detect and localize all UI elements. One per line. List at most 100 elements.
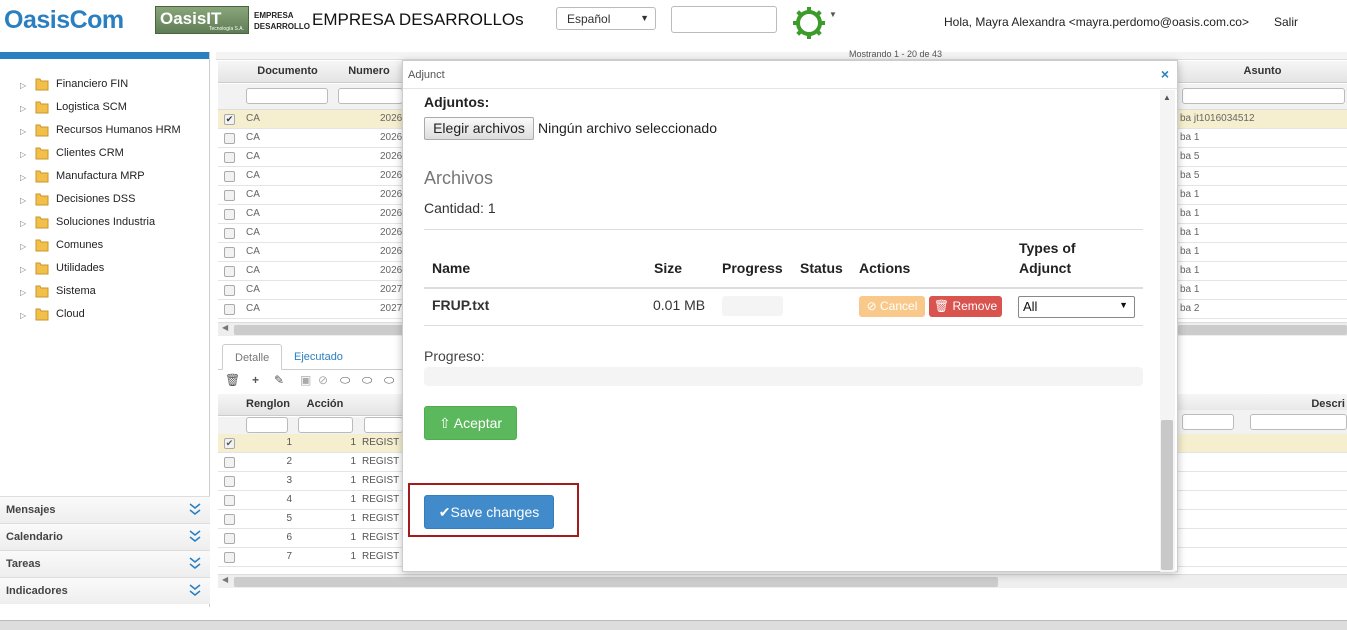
detail-row-checkbox[interactable]: ✔ xyxy=(224,438,235,449)
sidebar-item-2[interactable]: ▷ Recursos Humanos HRM xyxy=(0,123,209,146)
sidebar-item-4[interactable]: ▷ Manufactura MRP xyxy=(0,169,209,192)
choose-files-button[interactable]: Elegir archivos xyxy=(424,117,534,140)
modal-scroll-thumb[interactable] xyxy=(1161,420,1173,570)
grid-header-numero[interactable]: Numero xyxy=(335,61,403,83)
filter-renglon-input[interactable] xyxy=(246,417,288,433)
detail-row-checkbox[interactable] xyxy=(224,533,235,544)
sidebar-item-6[interactable]: ▷ Soluciones Industria xyxy=(0,215,209,238)
action-icon-1[interactable]: ⬭ xyxy=(340,373,350,388)
grid-select-all-header[interactable] xyxy=(218,61,240,83)
add-icon[interactable]: + xyxy=(252,373,259,387)
detail-select-all-header[interactable] xyxy=(218,394,242,416)
detail-row-checkbox[interactable] xyxy=(224,552,235,563)
row-checkbox[interactable] xyxy=(224,190,235,201)
adjunct-type-select[interactable]: All ▼ xyxy=(1018,296,1135,318)
table-row[interactable]: CA 2027 xyxy=(218,300,403,319)
row-checkbox[interactable] xyxy=(224,228,235,239)
scroll-thumb-right[interactable] xyxy=(1178,325,1347,335)
detail-scroll-thumb[interactable] xyxy=(234,577,998,587)
table-row[interactable]: CA 2026 xyxy=(218,129,403,148)
tab-detalle[interactable]: Detalle xyxy=(222,344,283,370)
double-chevron-down-icon[interactable] xyxy=(189,556,201,570)
scroll-thumb[interactable] xyxy=(234,325,403,335)
cancel-upload-button[interactable]: ⊘ Cancel xyxy=(859,296,925,317)
page-bottom-scrollbar[interactable] xyxy=(0,620,1347,630)
table-row[interactable]: CA 2027 xyxy=(218,281,403,300)
sidebar-panel-0[interactable]: Mensajes xyxy=(0,496,210,523)
detail-row[interactable]: ✔ 1 1 REGIST xyxy=(218,434,403,453)
row-checkbox[interactable] xyxy=(224,152,235,163)
sidebar-panel-3[interactable]: Indicadores xyxy=(0,577,210,604)
detail-row[interactable]: 2 1 REGIST xyxy=(218,453,403,472)
grid-horizontal-scrollbar-right[interactable] xyxy=(1178,322,1347,336)
table-row[interactable]: CA 2026 xyxy=(218,148,403,167)
detail-row[interactable]: 4 1 REGIST xyxy=(218,491,403,510)
tree-expand-icon[interactable]: ▷ xyxy=(20,194,26,208)
filter-asunto-input[interactable] xyxy=(1182,88,1345,104)
table-row[interactable]: CA 2026 xyxy=(218,224,403,243)
tab-ejecutado[interactable]: Ejecutado xyxy=(282,344,355,370)
filter-numero-input[interactable] xyxy=(338,88,403,104)
filter-extra-input[interactable] xyxy=(364,417,403,433)
gear-menu-caret-icon[interactable]: ▼ xyxy=(829,10,837,19)
grid-horizontal-scrollbar[interactable]: ◀ xyxy=(218,322,403,336)
save-changes-button[interactable]: ✔Save changes xyxy=(424,495,554,529)
remove-file-button[interactable]: 🗑 Remove xyxy=(929,296,1002,317)
detail-row-checkbox[interactable] xyxy=(224,495,235,506)
row-checkbox[interactable] xyxy=(224,247,235,258)
detail-row-checkbox[interactable] xyxy=(224,476,235,487)
scroll-up-icon[interactable]: ▲ xyxy=(1163,93,1171,102)
grid-header-documento[interactable]: Documento xyxy=(240,61,335,83)
close-icon[interactable]: × xyxy=(1161,66,1169,82)
filter-right-1-input[interactable] xyxy=(1182,414,1234,430)
language-select[interactable]: Español ▼ xyxy=(556,7,656,30)
filter-descri-input[interactable] xyxy=(1250,414,1347,430)
sidebar-item-5[interactable]: ▷ Decisiones DSS xyxy=(0,192,209,215)
tree-expand-icon[interactable]: ▷ xyxy=(20,171,26,185)
tree-expand-icon[interactable]: ▷ xyxy=(20,240,26,254)
sidebar-item-0[interactable]: ▷ Financiero FIN xyxy=(0,77,209,100)
detail-row[interactable]: 3 1 REGIST xyxy=(218,472,403,491)
cancel-icon[interactable]: ⊘ xyxy=(318,373,328,387)
edit-icon[interactable]: ✎ xyxy=(274,373,284,387)
save-icon[interactable]: ▣ xyxy=(300,373,311,387)
sidebar-panel-2[interactable]: Tareas xyxy=(0,550,210,577)
detail-horizontal-scrollbar[interactable]: ◀ xyxy=(218,574,1347,588)
table-row[interactable]: CA 2026 xyxy=(218,167,403,186)
double-chevron-down-icon[interactable] xyxy=(189,529,201,543)
logout-link[interactable]: Salir xyxy=(1274,15,1298,29)
table-row[interactable]: CA 2026 xyxy=(218,205,403,224)
table-row[interactable]: CA 2026 xyxy=(218,186,403,205)
tree-expand-icon[interactable]: ▷ xyxy=(20,148,26,162)
filter-accion-input[interactable] xyxy=(298,417,353,433)
scroll-left-icon[interactable]: ◀ xyxy=(222,323,228,332)
action-icon-2[interactable]: ⬭ xyxy=(362,373,372,388)
tree-expand-icon[interactable]: ▷ xyxy=(20,217,26,231)
tree-expand-icon[interactable]: ▷ xyxy=(20,102,26,116)
double-chevron-down-icon[interactable] xyxy=(189,583,201,597)
sidebar-item-9[interactable]: ▷ Sistema xyxy=(0,284,209,307)
double-chevron-down-icon[interactable] xyxy=(189,502,201,516)
detail-row[interactable]: 7 1 REGIST xyxy=(218,548,403,567)
row-checkbox[interactable] xyxy=(224,304,235,315)
sidebar-item-1[interactable]: ▷ Logistica SCM xyxy=(0,100,209,123)
detail-row-checkbox[interactable] xyxy=(224,514,235,525)
table-row[interactable]: CA 2026 xyxy=(218,262,403,281)
row-checkbox[interactable] xyxy=(224,285,235,296)
accept-button[interactable]: ⇧ Aceptar xyxy=(424,406,517,440)
row-checkbox[interactable] xyxy=(224,209,235,220)
sidebar-item-7[interactable]: ▷ Comunes xyxy=(0,238,209,261)
detail-scroll-left-icon[interactable]: ◀ xyxy=(222,575,228,584)
modal-vertical-scrollbar[interactable]: ▲ xyxy=(1160,90,1175,572)
row-checkbox[interactable] xyxy=(224,133,235,144)
header-search-input[interactable] xyxy=(671,6,777,33)
tree-expand-icon[interactable]: ▷ xyxy=(20,263,26,277)
row-checkbox[interactable] xyxy=(224,171,235,182)
tree-expand-icon[interactable]: ▷ xyxy=(20,125,26,139)
sidebar-item-3[interactable]: ▷ Clientes CRM xyxy=(0,146,209,169)
detail-row-checkbox[interactable] xyxy=(224,457,235,468)
sidebar-panel-1[interactable]: Calendario xyxy=(0,523,210,550)
table-row[interactable]: CA 2026 xyxy=(218,243,403,262)
detail-header-accion[interactable]: Acción xyxy=(294,394,356,416)
sidebar-item-10[interactable]: ▷ Cloud xyxy=(0,307,209,330)
